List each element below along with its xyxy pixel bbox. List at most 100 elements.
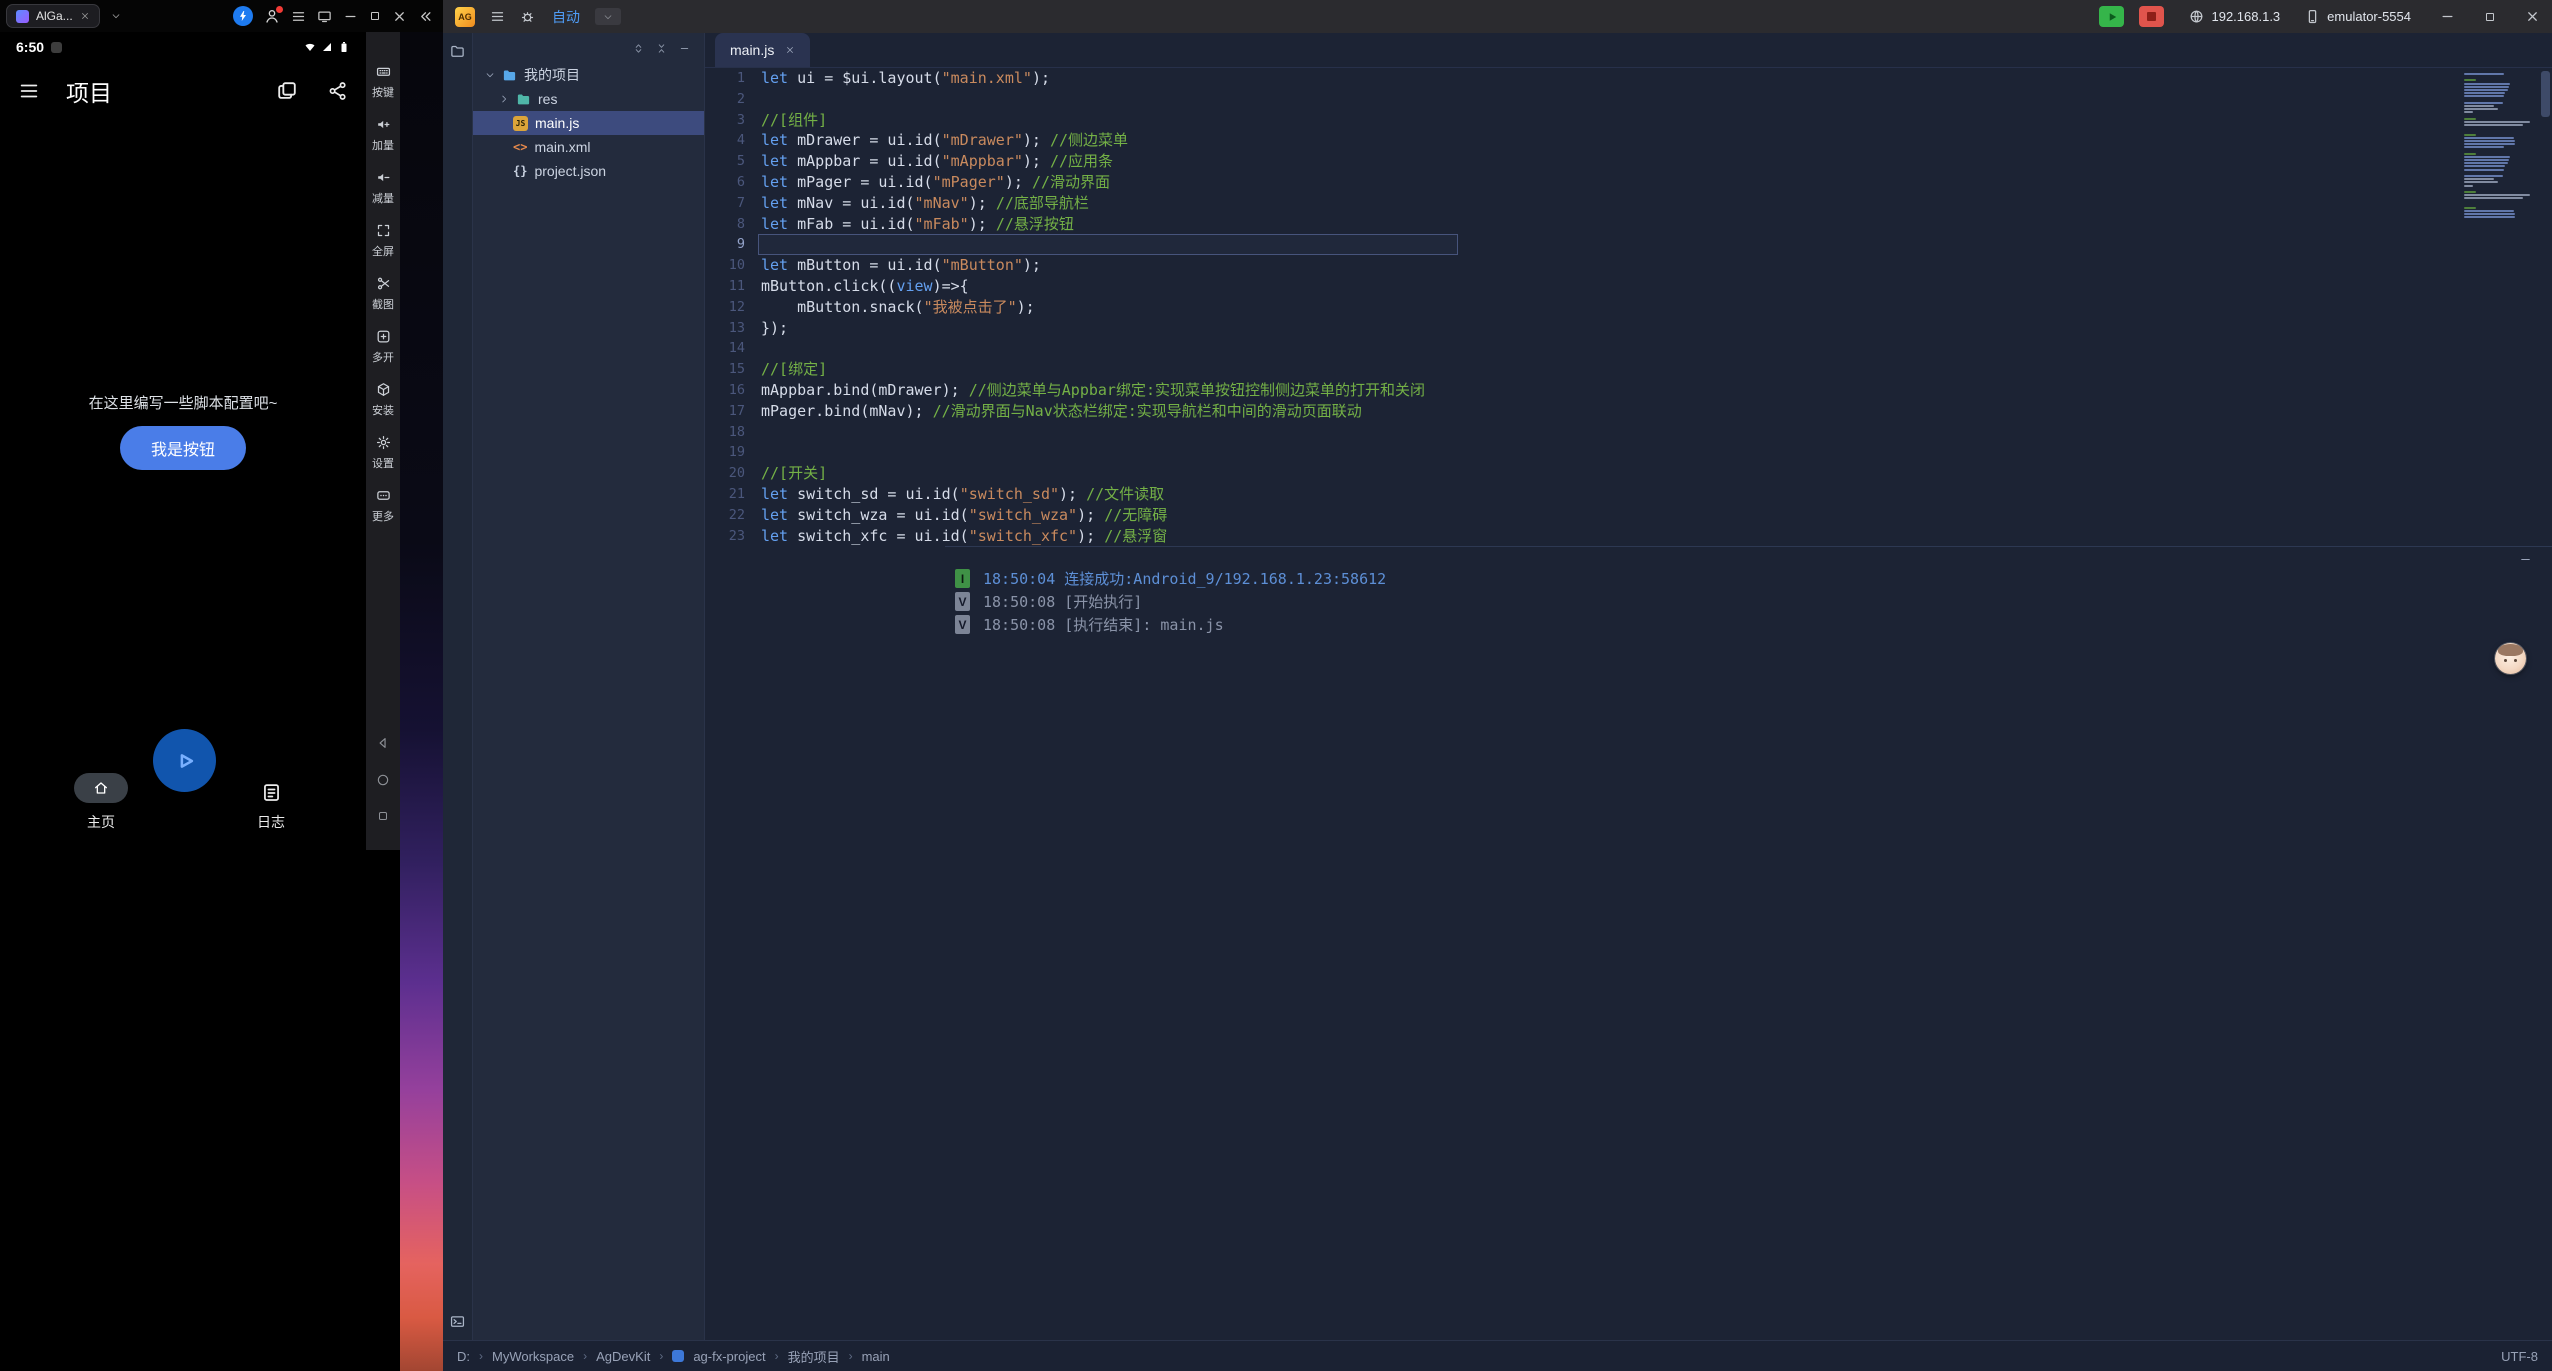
android-recents-button[interactable] xyxy=(377,810,389,822)
android-home-button[interactable] xyxy=(376,773,390,787)
chevron-down-icon[interactable] xyxy=(485,70,495,80)
toolbar-item-multi-instance[interactable]: 多开 xyxy=(372,329,394,365)
scrollbar-thumb[interactable] xyxy=(2541,71,2550,117)
drawer-menu-icon[interactable] xyxy=(18,80,40,102)
ide-maximize-button[interactable] xyxy=(2484,11,2496,23)
explorer-header xyxy=(473,33,704,63)
minimap-line xyxy=(2464,102,2503,104)
toolbar-item-label: 按键 xyxy=(372,84,394,100)
minimap[interactable] xyxy=(2464,73,2532,218)
android-back-button[interactable] xyxy=(376,736,390,750)
projects-stack-icon[interactable] xyxy=(276,80,298,102)
breadcrumb-segment[interactable]: 我的项目 xyxy=(788,1347,840,1366)
emulator-titlebar: AlGa... xyxy=(0,0,443,32)
folder-icon xyxy=(516,92,531,107)
share-icon[interactable] xyxy=(328,81,348,101)
tree-item-main.js[interactable]: JSmain.js xyxy=(473,111,704,135)
code-line-11: mButton.click((view)=>{ xyxy=(761,276,2552,297)
breadcrumb-segment[interactable]: ag-fx-project xyxy=(693,1349,765,1364)
mode-dropdown[interactable] xyxy=(595,8,621,25)
ide-close-button[interactable] xyxy=(2525,9,2540,24)
expand-all-icon[interactable] xyxy=(633,43,644,54)
code-editor[interactable]: 1234567891011121314151617181920212223 le… xyxy=(705,68,2552,546)
debug-icon[interactable] xyxy=(520,9,535,24)
demo-button[interactable]: 我是按钮 xyxy=(120,426,246,470)
boost-icon[interactable] xyxy=(233,6,253,26)
toolbar-item-label: 截图 xyxy=(372,296,394,312)
main-menu-icon[interactable] xyxy=(490,9,505,24)
toolbar-item-volume-down[interactable]: 减量 xyxy=(372,170,394,206)
minimap-line xyxy=(2464,207,2476,209)
editor-tabbar: main.js xyxy=(705,33,2552,68)
minimap-line xyxy=(2464,178,2494,180)
terminal-icon[interactable] xyxy=(450,1314,465,1329)
emulator-close-button[interactable] xyxy=(392,9,407,24)
nav-log[interactable]: 日志 xyxy=(242,782,300,832)
run-fab[interactable] xyxy=(153,729,216,792)
minimap-line xyxy=(2464,108,2498,110)
breadcrumb-segment[interactable]: main xyxy=(862,1349,890,1364)
ip-label: 192.168.1.3 xyxy=(2211,9,2280,24)
minimap-line xyxy=(2464,185,2473,187)
phone-column: 6:50 项目 在这里编写一些 xyxy=(0,32,366,1371)
ide-minimize-button[interactable] xyxy=(2440,9,2455,24)
emulator-maximize-button[interactable] xyxy=(369,10,381,22)
toolbar-item-keyboard[interactable]: 按键 xyxy=(372,64,394,100)
tab-main-js[interactable]: main.js xyxy=(715,33,810,67)
hide-panel-icon[interactable] xyxy=(679,43,690,54)
connection-address[interactable]: 192.168.1.3 xyxy=(2189,9,2280,24)
minimap-line xyxy=(2464,165,2505,167)
tree-item-res[interactable]: res xyxy=(473,87,704,111)
emulator-minimize-button[interactable] xyxy=(343,9,358,24)
sidebar-collapse-icon[interactable] xyxy=(418,9,433,24)
tree-item-project.json[interactable]: {}project.json xyxy=(473,159,704,183)
mode-selector[interactable]: 自动 xyxy=(552,7,580,27)
minimap-line xyxy=(2464,210,2514,212)
tab-close-icon[interactable] xyxy=(80,11,90,21)
emulator-menu-icon[interactable] xyxy=(291,9,306,24)
code-line-5: let mAppbar = ui.id("mAppbar"); //应用条 xyxy=(761,151,2552,172)
toolbar-item-screenshot[interactable]: 截图 xyxy=(372,276,394,312)
minimap-line xyxy=(2464,216,2515,218)
toolbar-item-label: 设置 xyxy=(372,455,394,471)
breadcrumb-segment[interactable]: D: xyxy=(457,1349,470,1364)
stop-button[interactable] xyxy=(2139,6,2164,27)
run-button[interactable] xyxy=(2099,6,2124,27)
tab-dropdown-icon[interactable] xyxy=(111,11,121,21)
toolbar-item-more[interactable]: 更多 xyxy=(372,488,394,524)
tree-item-xxxx[interactable]: 我的项目 xyxy=(473,63,704,87)
tab-close-icon[interactable] xyxy=(785,45,795,55)
device-selector[interactable]: emulator-5554 xyxy=(2305,9,2411,24)
device-label: emulator-5554 xyxy=(2327,9,2411,24)
minimap-line xyxy=(2464,153,2476,155)
screencast-icon[interactable] xyxy=(317,9,332,24)
user-account-icon[interactable] xyxy=(264,8,280,24)
breadcrumb-segment[interactable]: MyWorkspace xyxy=(492,1349,574,1364)
code-line-16: mAppbar.bind(mDrawer); //侧边菜单与Appbar绑定:实… xyxy=(761,380,2552,401)
minimap-line xyxy=(2464,191,2476,193)
encoding-label: UTF-8 xyxy=(2501,1349,2538,1364)
editor-scrollbar[interactable] xyxy=(2538,68,2552,546)
nav-home[interactable]: 主页 xyxy=(72,773,130,832)
explorer-activity-icon[interactable] xyxy=(450,44,465,59)
console-minimize-button[interactable] xyxy=(2519,553,2532,566)
line-number: 1 xyxy=(705,68,761,89)
tree-item-main.xml[interactable]: <>main.xml xyxy=(473,135,704,159)
breadcrumb-segment[interactable]: AgDevKit xyxy=(596,1349,650,1364)
emulator-app-tab[interactable]: AlGa... xyxy=(6,4,100,28)
chevron-right-icon[interactable] xyxy=(499,94,509,104)
toolbar-item-fullscreen[interactable]: 全屏 xyxy=(372,223,394,259)
toolbar-item-install-apk[interactable]: 安装 xyxy=(372,382,394,418)
phone-screen: 6:50 项目 在这里编写一些 xyxy=(0,32,366,840)
minimap-line xyxy=(2464,146,2504,148)
toolbar-item-volume-up[interactable]: 加量 xyxy=(372,117,394,153)
log-text: 18:50:08 [开始执行] xyxy=(983,591,1142,612)
toolbar-item-settings[interactable]: 设置 xyxy=(372,435,394,471)
signal-icon xyxy=(321,41,333,53)
assistant-avatar[interactable] xyxy=(2495,643,2526,674)
line-number: 5 xyxy=(705,151,761,172)
collapse-all-icon[interactable] xyxy=(656,43,667,54)
minimap-line xyxy=(2464,118,2476,120)
line-number: 20 xyxy=(705,463,761,484)
minimap-line xyxy=(2464,197,2523,199)
